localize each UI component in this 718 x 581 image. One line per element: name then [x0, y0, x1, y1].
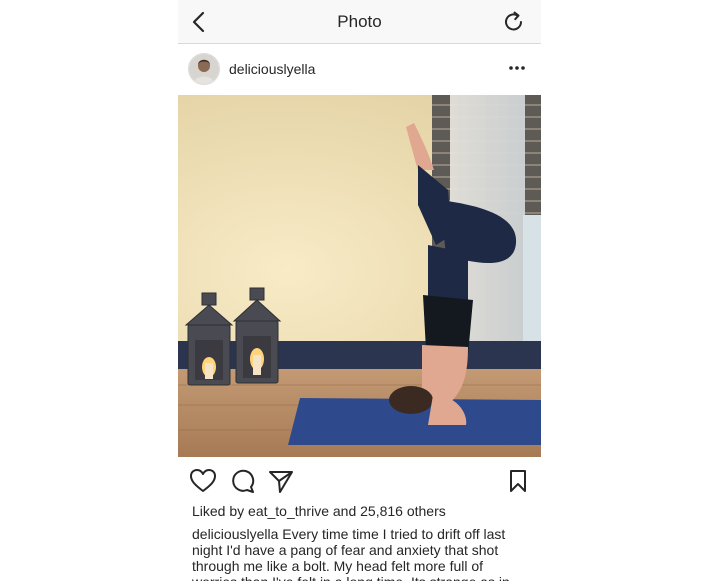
- instagram-post-screen: Photo deliciouslyella Liked by eat_to_th…: [178, 0, 541, 581]
- post-header: deliciouslyella: [178, 44, 541, 95]
- refresh-icon[interactable]: [501, 9, 527, 35]
- likes-summary: Liked by eat_to_thrive and 25,816 others: [192, 503, 446, 519]
- post-action-bar: [178, 462, 541, 500]
- caption-username-link[interactable]: deliciouslyella: [192, 526, 278, 542]
- send-icon[interactable]: [267, 467, 295, 495]
- page-title: Photo: [337, 12, 382, 31]
- more-horizontal-icon[interactable]: [507, 58, 527, 78]
- avatar[interactable]: [188, 53, 220, 85]
- nav-bar: Photo: [178, 0, 541, 44]
- post-caption: deliciouslyella Every time time I tried …: [192, 526, 532, 581]
- comment-icon[interactable]: [228, 467, 256, 495]
- likes-prefix: Liked by: [192, 503, 249, 519]
- heart-icon[interactable]: [189, 467, 217, 495]
- post-username[interactable]: deliciouslyella: [229, 61, 315, 77]
- post-photo[interactable]: [178, 95, 541, 457]
- bookmark-icon[interactable]: [504, 467, 532, 495]
- liker-username-link[interactable]: eat_to_thrive: [248, 503, 329, 519]
- likes-count[interactable]: and 25,816 others: [329, 503, 446, 519]
